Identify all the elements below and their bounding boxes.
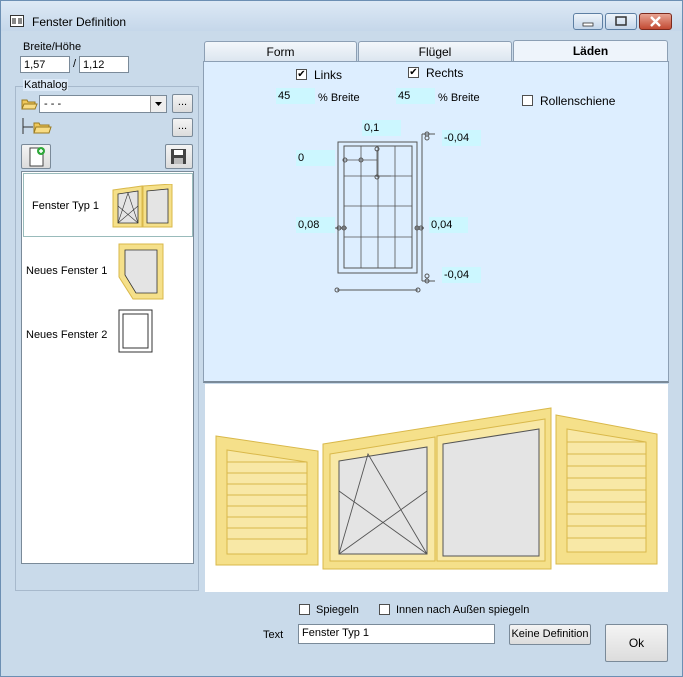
title-bar: Fenster Definition — [1, 1, 682, 31]
browse-subfolder-button[interactable]: ... — [172, 118, 193, 137]
text-label: Text — [263, 629, 284, 641]
subfolder-icon — [22, 118, 52, 134]
left-mid-offset-input[interactable]: 0,08 — [296, 217, 335, 233]
list-item-label: Fenster Typ 1 — [32, 200, 100, 212]
left-top-offset-input[interactable]: 0 — [296, 150, 335, 166]
tab-form[interactable]: Form — [204, 41, 357, 62]
window: Fenster Definition Breite/Höhe 1,57 / 1,… — [0, 0, 683, 677]
rollenschiene-label: Rollenschiene — [540, 94, 616, 108]
catalog-list[interactable]: Fenster Typ 1 Neues Fenster 1 Neues Fens… — [21, 171, 194, 564]
rechts-checkbox[interactable]: ✔ — [408, 67, 419, 78]
window-app-icon — [10, 15, 24, 27]
links-label: Links — [314, 68, 343, 82]
size-label: Breite/Höhe — [23, 41, 82, 53]
maximize-button[interactable] — [605, 13, 637, 30]
tab-laeden[interactable]: Läden — [513, 40, 668, 62]
list-item-label: Neues Fenster 2 — [26, 329, 108, 341]
right-bottom-offset-input[interactable]: -0,04 — [442, 267, 481, 283]
text-input[interactable]: Fenster Typ 1 — [298, 624, 495, 644]
innen-aussen-checkbox[interactable] — [379, 604, 390, 615]
window-thumbnail — [112, 184, 173, 228]
window-thumbnail — [118, 243, 164, 300]
spiegeln-label: Spiegeln — [316, 604, 359, 616]
left-percent-input[interactable]: 45 — [276, 88, 315, 104]
innen-aussen-label: Innen nach Außen spiegeln — [396, 604, 530, 616]
list-item-label: Neues Fenster 1 — [26, 265, 108, 277]
rollenschiene-checkbox[interactable] — [522, 95, 533, 106]
close-button[interactable] — [639, 13, 672, 30]
no-definition-button[interactable]: Keine Definition — [509, 624, 591, 645]
ok-button[interactable]: Ok — [605, 624, 668, 662]
save-button[interactable] — [165, 144, 193, 169]
list-item[interactable]: Neues Fenster 1 — [23, 240, 193, 302]
spiegeln-checkbox[interactable] — [299, 604, 310, 615]
links-checkbox[interactable]: ✔ — [296, 69, 307, 80]
right-top-offset-input[interactable]: -0,04 — [442, 130, 481, 146]
dropdown-arrow[interactable] — [150, 96, 166, 112]
minimize-button[interactable] — [573, 13, 603, 30]
catalog-folder-select[interactable]: - - - — [39, 95, 167, 113]
close-icon — [650, 16, 661, 27]
new-document-icon — [29, 147, 45, 167]
size-separator: / — [73, 58, 77, 70]
catalog-folder-value: - - - — [44, 98, 62, 110]
save-icon — [171, 149, 186, 164]
new-window-button[interactable] — [21, 144, 51, 169]
catalog-label: Kathalog — [23, 79, 69, 91]
browse-catalog-button[interactable]: ... — [172, 94, 193, 113]
window-title: Fenster Definition — [32, 15, 127, 29]
shutter-preview-drawing — [215, 407, 658, 570]
height-input[interactable]: 1,12 — [79, 56, 129, 73]
tab-fluegel[interactable]: Flügel — [358, 41, 512, 62]
right-percent-label: % Breite — [438, 92, 480, 104]
chevron-down-icon — [155, 102, 162, 106]
dimension-schematic — [334, 131, 435, 293]
list-item[interactable]: Fenster Typ 1 — [23, 173, 193, 237]
list-item[interactable]: Neues Fenster 2 — [23, 304, 193, 362]
right-percent-input[interactable]: 45 — [396, 88, 435, 104]
width-input[interactable]: 1,57 — [20, 56, 70, 73]
left-percent-label: % Breite — [318, 92, 360, 104]
maximize-icon — [615, 16, 627, 26]
minimize-icon — [582, 22, 594, 27]
shutter-preview — [205, 384, 668, 592]
window-thumbnail — [118, 309, 153, 353]
rechts-label: Rechts — [426, 66, 464, 80]
open-folder-icon — [21, 99, 38, 110]
